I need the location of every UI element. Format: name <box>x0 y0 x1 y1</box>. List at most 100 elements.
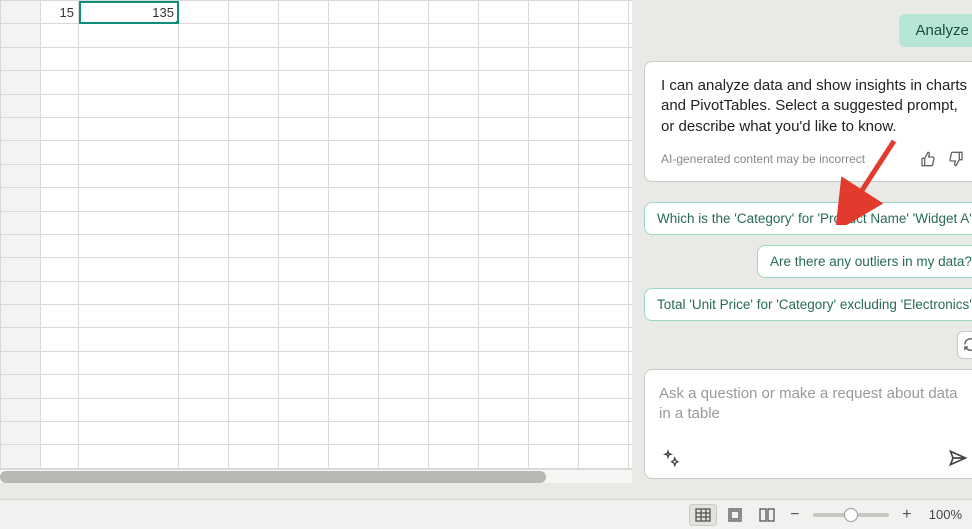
view-page-layout-button[interactable] <box>721 504 749 526</box>
cell[interactable] <box>579 281 629 304</box>
row-header[interactable] <box>1 94 41 117</box>
cell[interactable] <box>79 445 179 469</box>
cell[interactable] <box>479 398 529 421</box>
cell[interactable] <box>279 24 329 47</box>
cell[interactable] <box>479 328 529 351</box>
cell[interactable] <box>179 117 229 140</box>
row-header[interactable] <box>1 258 41 281</box>
cell[interactable] <box>529 117 579 140</box>
row-header[interactable] <box>1 117 41 140</box>
row-header[interactable] <box>1 71 41 94</box>
cell[interactable] <box>329 305 379 328</box>
cell[interactable] <box>279 188 329 211</box>
cell[interactable] <box>329 117 379 140</box>
cell[interactable] <box>429 188 479 211</box>
view-normal-button[interactable] <box>689 504 717 526</box>
cell[interactable] <box>329 281 379 304</box>
cell[interactable] <box>329 258 379 281</box>
zoom-in-button[interactable]: + <box>897 505 917 525</box>
cell[interactable] <box>179 1 229 24</box>
cell[interactable] <box>379 1 429 24</box>
cell[interactable] <box>429 328 479 351</box>
cell[interactable] <box>279 71 329 94</box>
cell[interactable] <box>79 141 179 164</box>
cell[interactable] <box>41 24 79 47</box>
cell[interactable] <box>79 328 179 351</box>
cell[interactable] <box>479 258 529 281</box>
cell[interactable] <box>229 164 279 187</box>
cell[interactable] <box>279 141 329 164</box>
cell[interactable] <box>329 164 379 187</box>
cell[interactable] <box>79 24 179 47</box>
cell[interactable] <box>41 281 79 304</box>
cell[interactable] <box>479 1 529 24</box>
cell[interactable] <box>579 258 629 281</box>
cell[interactable] <box>229 24 279 47</box>
cell[interactable] <box>479 47 529 70</box>
cell[interactable] <box>179 24 229 47</box>
cell[interactable] <box>579 422 629 445</box>
row-header[interactable] <box>1 445 41 469</box>
cell[interactable] <box>41 47 79 70</box>
cell[interactable] <box>179 445 229 469</box>
cell[interactable] <box>479 117 529 140</box>
cell[interactable] <box>579 328 629 351</box>
cell[interactable] <box>579 71 629 94</box>
cell[interactable] <box>179 305 229 328</box>
cell[interactable] <box>229 71 279 94</box>
refresh-suggestions-button[interactable] <box>957 331 972 359</box>
cell[interactable] <box>329 141 379 164</box>
cell[interactable] <box>329 375 379 398</box>
cell[interactable] <box>579 234 629 257</box>
cell[interactable] <box>179 375 229 398</box>
cell[interactable] <box>41 234 79 257</box>
cell[interactable] <box>379 47 429 70</box>
cell[interactable] <box>229 1 279 24</box>
cell[interactable] <box>179 94 229 117</box>
cell[interactable] <box>79 94 179 117</box>
cell[interactable] <box>279 281 329 304</box>
cell[interactable] <box>479 281 529 304</box>
cell[interactable] <box>379 351 429 374</box>
row-header[interactable] <box>1 141 41 164</box>
cell[interactable] <box>41 305 79 328</box>
cell[interactable] <box>279 351 329 374</box>
cell[interactable] <box>529 328 579 351</box>
cell[interactable] <box>79 281 179 304</box>
cell[interactable] <box>179 234 229 257</box>
row-header[interactable] <box>1 47 41 70</box>
cell[interactable] <box>279 375 329 398</box>
cell[interactable] <box>179 71 229 94</box>
cell[interactable] <box>579 188 629 211</box>
zoom-out-button[interactable]: − <box>785 505 805 525</box>
cell[interactable] <box>179 351 229 374</box>
thumbs-up-button[interactable] <box>916 147 940 171</box>
cell[interactable] <box>279 445 329 469</box>
cell[interactable] <box>529 141 579 164</box>
cell[interactable] <box>279 234 329 257</box>
cell[interactable] <box>229 258 279 281</box>
cell[interactable] <box>379 445 429 469</box>
cell[interactable] <box>579 117 629 140</box>
suggestion-pill[interactable]: Which is the 'Category' for 'Product Nam… <box>644 202 972 235</box>
cell[interactable] <box>579 141 629 164</box>
cell[interactable] <box>379 375 429 398</box>
cell[interactable] <box>529 351 579 374</box>
thumbs-down-button[interactable] <box>944 147 968 171</box>
cell[interactable] <box>379 211 429 234</box>
cell[interactable] <box>229 445 279 469</box>
cell[interactable] <box>79 211 179 234</box>
cell[interactable] <box>79 164 179 187</box>
cell[interactable] <box>279 47 329 70</box>
cell[interactable] <box>379 305 429 328</box>
cell[interactable] <box>179 281 229 304</box>
cell[interactable] <box>229 375 279 398</box>
cell[interactable] <box>429 94 479 117</box>
row-header[interactable] <box>1 305 41 328</box>
row-header[interactable] <box>1 281 41 304</box>
cell[interactable] <box>529 305 579 328</box>
cell[interactable] <box>379 94 429 117</box>
cell[interactable] <box>279 328 329 351</box>
cell[interactable] <box>429 211 479 234</box>
cell[interactable] <box>41 422 79 445</box>
